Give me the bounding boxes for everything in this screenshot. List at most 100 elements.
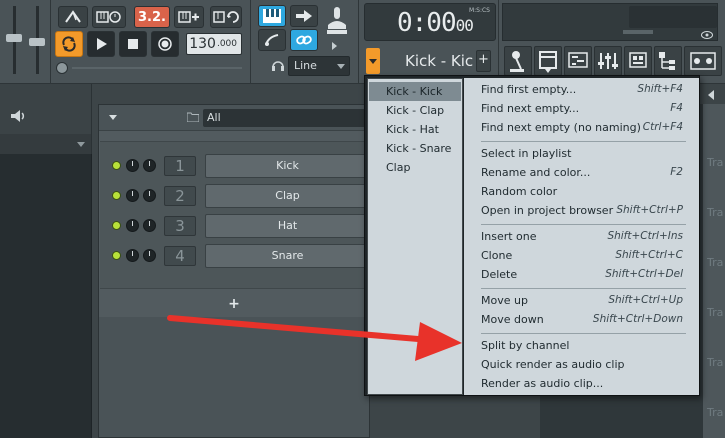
channel-pan-knob[interactable]: [143, 219, 156, 232]
channel-pan-knob[interactable]: [143, 189, 156, 202]
pencil-tool-button[interactable]: [258, 29, 286, 51]
cpu-meter: [629, 6, 717, 28]
channel-volume-knob[interactable]: [126, 219, 139, 232]
stamp-icon: [327, 7, 347, 34]
piano-roll-button[interactable]: [258, 5, 286, 27]
channel-settings-window-button[interactable]: [624, 46, 652, 76]
expand-arrow-icon[interactable]: [332, 42, 337, 50]
add-pattern-button[interactable]: +: [476, 50, 491, 72]
song-position-slider[interactable]: [72, 67, 242, 69]
track-label[interactable]: Tra: [707, 256, 723, 269]
pattern-item[interactable]: Kick - Clap: [369, 101, 461, 120]
pattern-item[interactable]: Kick - Hat: [369, 120, 461, 139]
channel-mixer-track[interactable]: 3: [164, 216, 196, 236]
channel-rack-window-button[interactable]: [534, 46, 562, 76]
arrow-tool-button[interactable]: [290, 5, 318, 27]
channel-mute-led[interactable]: [112, 191, 121, 200]
pattern-selector[interactable]: Kick - Kick: [383, 48, 473, 74]
speaker-icon[interactable]: [10, 109, 26, 123]
record-button[interactable]: [151, 31, 179, 57]
stamp-tool-button[interactable]: [322, 3, 352, 39]
master-pitch-knob[interactable]: [56, 62, 68, 74]
channel-row: 2 Clap: [100, 183, 370, 209]
step-edit-button[interactable]: 3.2.: [134, 6, 170, 28]
time-display[interactable]: 0:0000 M:S:CS: [364, 3, 496, 41]
browser-window-button[interactable]: [654, 46, 682, 76]
add-channel-button[interactable]: +: [99, 291, 369, 317]
channel-mute-led[interactable]: [112, 221, 121, 230]
menu-item-select-in-playlist[interactable]: Select in playlist: [464, 144, 699, 163]
track-label[interactable]: Tra: [707, 156, 723, 169]
play-button[interactable]: [87, 31, 115, 57]
browser-filter-bar[interactable]: [0, 134, 92, 154]
pattern-menu-button[interactable]: [366, 48, 380, 74]
stop-button[interactable]: [119, 31, 147, 57]
snap-value: Line: [294, 59, 317, 72]
channel-volume-knob[interactable]: [126, 189, 139, 202]
pattern-item[interactable]: Kick - Snare: [369, 139, 461, 158]
plugin-database-icon: [690, 52, 716, 70]
channel-name-button[interactable]: Clap: [205, 184, 370, 208]
playlist-nav-arrow-icon[interactable]: [708, 90, 714, 100]
eye-icon[interactable]: [701, 31, 713, 42]
tempo-decimal: .000: [216, 39, 237, 49]
menu-item-random-color[interactable]: Random color: [464, 182, 699, 201]
channel-rack: All 1 Kick 2 Clap 3 Hat 4 Snare +: [98, 104, 373, 438]
channel-group-select[interactable]: All: [203, 109, 373, 127]
menu-item-clone[interactable]: Clone Shift+Ctrl+C: [464, 246, 699, 265]
track-label[interactable]: Tra: [707, 356, 723, 369]
blend-notes-button[interactable]: [174, 6, 204, 28]
piano-roll-window-button[interactable]: [564, 46, 592, 76]
channel-volume-knob[interactable]: [126, 249, 139, 262]
channel-name-button[interactable]: Kick: [205, 154, 370, 178]
master-pitch-slider[interactable]: [28, 4, 46, 76]
channel-name-button[interactable]: Hat: [205, 214, 370, 238]
mic-stand-icon: [510, 51, 524, 72]
pencil-icon: [265, 34, 279, 46]
menu-item-delete[interactable]: Delete Shift+Ctrl+Del: [464, 265, 699, 284]
metronome-button[interactable]: [58, 6, 88, 28]
menu-item-move-down[interactable]: Move down Shift+Ctrl+Down: [464, 310, 699, 329]
mixer-window-button[interactable]: [594, 46, 622, 76]
menu-item-split-by-channel[interactable]: Split by channel: [464, 336, 699, 355]
channel-mute-led[interactable]: [112, 161, 121, 170]
track-label[interactable]: Tra: [707, 206, 723, 219]
playlist-track-column: Tra Tra Tra Tra Tra Tra: [703, 104, 725, 438]
pattern-context-menu: Kick - Kick Kick - Clap Kick - Hat Kick …: [364, 75, 700, 396]
master-volume-slider[interactable]: [5, 4, 23, 76]
menu-item-render-as-audio-clip[interactable]: Render as audio clip...: [464, 374, 699, 393]
playlist-window-button[interactable]: [504, 46, 532, 76]
stop-icon: [128, 39, 138, 49]
tempo-display[interactable]: 130.000: [186, 33, 242, 55]
channel-volume-knob[interactable]: [126, 159, 139, 172]
play-icon: [97, 38, 107, 50]
headphone-icon: [271, 58, 285, 72]
menu-item-find-first-empty[interactable]: Find first empty... Shift+F4: [464, 80, 699, 99]
channel-name-button[interactable]: Snare: [205, 244, 370, 268]
channel-pan-knob[interactable]: [143, 159, 156, 172]
channel-mixer-track[interactable]: 4: [164, 246, 196, 266]
menu-item-insert-one[interactable]: Insert one Shift+Ctrl+Ins: [464, 227, 699, 246]
snap-select[interactable]: Line: [288, 56, 350, 76]
channel-pan-knob[interactable]: [143, 249, 156, 262]
menu-item-quick-render-audio-clip[interactable]: Quick render as audio clip: [464, 355, 699, 374]
menu-item-find-next-empty-no-naming[interactable]: Find next empty (no naming) Ctrl+F4: [464, 118, 699, 137]
channel-mixer-track[interactable]: 2: [164, 186, 196, 206]
plugin-picker-button[interactable]: [684, 46, 722, 76]
link-button[interactable]: [290, 29, 318, 51]
pattern-song-toggle[interactable]: [55, 31, 83, 57]
channel-mixer-track[interactable]: 1: [164, 156, 196, 176]
typing-keyboard-button[interactable]: [92, 6, 126, 28]
menu-item-open-in-project-browser[interactable]: Open in project browser Shift+Ctrl+P: [464, 201, 699, 220]
menu-item-find-next-empty[interactable]: Find next empty... F4: [464, 99, 699, 118]
rack-menu-icon[interactable]: [109, 115, 117, 120]
channel-mute-led[interactable]: [112, 251, 121, 260]
loop-record-button[interactable]: [210, 6, 242, 28]
loop-arrows-icon: [62, 36, 76, 52]
menu-item-move-up[interactable]: Move up Shift+Ctrl+Up: [464, 291, 699, 310]
menu-item-rename-and-color[interactable]: Rename and color... F2: [464, 163, 699, 182]
track-label[interactable]: Tra: [707, 306, 723, 319]
track-label[interactable]: Tra: [707, 406, 723, 419]
pattern-item[interactable]: Clap: [369, 158, 461, 177]
pattern-item[interactable]: Kick - Kick: [369, 82, 461, 101]
